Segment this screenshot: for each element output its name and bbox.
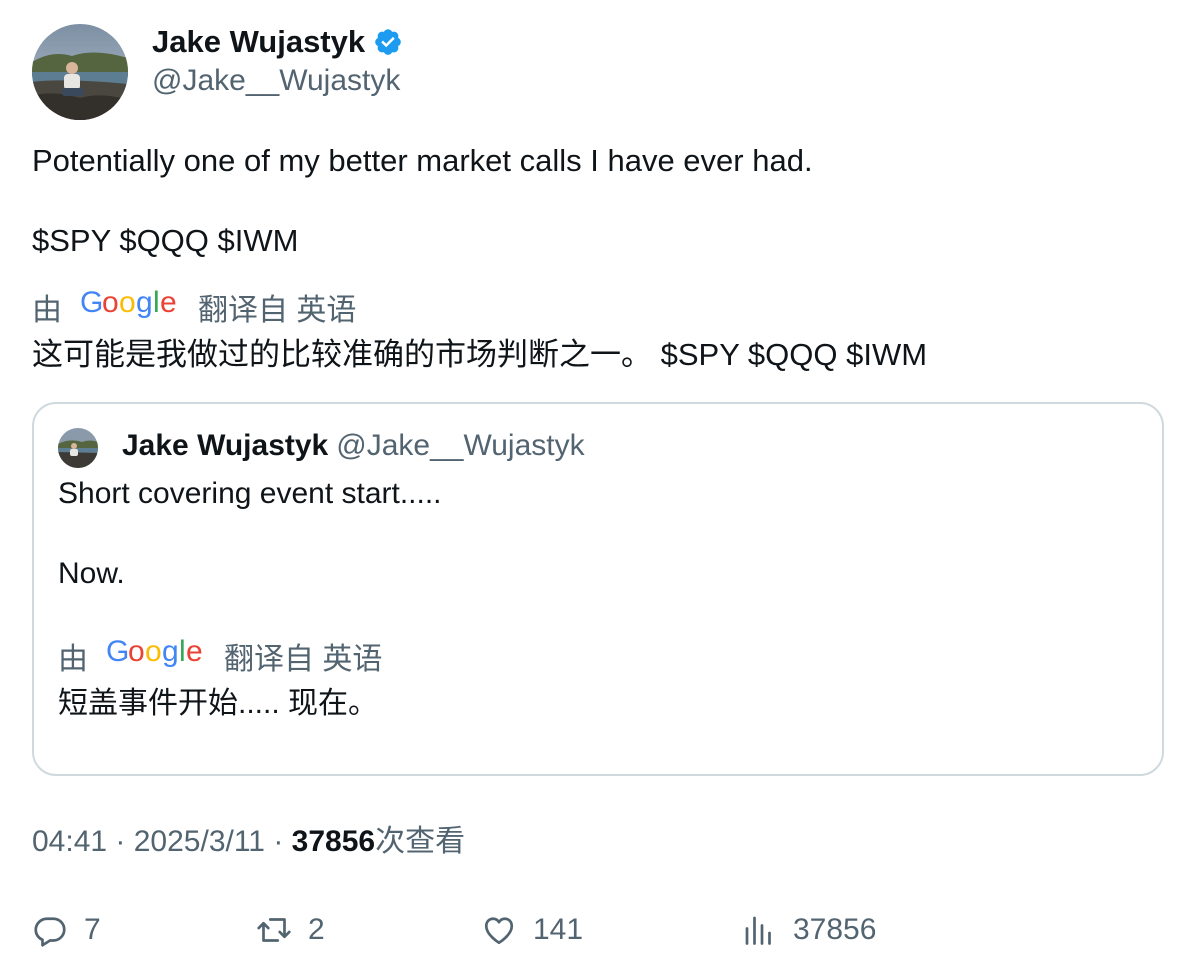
reply-icon [34,917,66,947]
translation-attribution: 由 G o o g l e 翻译自 英语 [32,285,356,329]
meta-separator-2: · [265,825,292,858]
like-button[interactable]: 141 [481,908,583,952]
author-name-row: Jake Wujastyk [152,24,403,60]
svg-text:e: e [160,286,177,319]
quoted-translated-text: 短盖事件开始..... 现在。 [58,687,379,720]
tweet-text-line-2: $SPY $QQQ $IWM [32,223,299,258]
svg-text:o: o [102,286,119,319]
views-action-count: 37856 [793,913,877,946]
author-handle[interactable]: @Jake__Wujastyk [152,61,403,101]
views-button[interactable]: 37856 [741,908,876,952]
heart-icon [484,917,514,945]
retweet-icon [257,918,291,942]
retweet-button[interactable]: 2 [256,908,325,952]
like-count: 141 [533,913,584,946]
tweet-text-line-1: Potentially one of my better market call… [32,143,813,178]
quoted-text-line-2: Now. [58,557,125,590]
quoted-translation-source[interactable]: 翻译自 英语 [224,634,382,678]
author-avatar[interactable] [32,24,128,120]
svg-text:e: e [186,635,203,668]
tweet-meta: 04:41 · 2025/3/11 · 37856次查看 [32,822,465,862]
reply-button[interactable]: 7 [32,908,101,952]
retweet-count: 2 [308,913,325,946]
views-count: 37856 [291,825,376,858]
translation-by-label: 由 [32,294,62,327]
analytics-bar-chart-icon [745,916,771,945]
quoted-author-name: Jake Wujastyk [122,429,329,462]
svg-text:o: o [119,286,136,319]
reply-count: 7 [84,913,101,946]
quoted-author-handle: @Jake__Wujastyk [336,429,585,462]
quoted-tweet[interactable]: Jake Wujastyk @Jake__Wujastyk Short cove… [32,402,1164,776]
quoted-author-avatar [58,428,98,468]
tweet-date[interactable]: 2025/3/11 [134,825,265,858]
svg-text:G: G [106,635,129,668]
verified-badge-icon[interactable] [373,27,403,57]
tweet-time[interactable]: 04:41 [32,825,107,858]
svg-text:g: g [162,635,179,668]
quoted-translation-by-label: 由 [58,643,88,676]
svg-text:l: l [153,286,160,319]
tweet: Jake Wujastyk @Jake__Wujastyk Potentiall… [32,24,1164,947]
svg-text:o: o [128,635,145,668]
views-label: 次查看 [375,825,466,858]
svg-text:o: o [145,635,162,668]
google-logo-icon: G o o g l e [80,286,178,328]
quoted-tweet-header: Jake Wujastyk @Jake__Wujastyk [58,426,585,468]
svg-text:g: g [136,286,153,319]
author-info: Jake Wujastyk @Jake__Wujastyk [152,24,403,101]
quoted-translation-attribution: 由 G o o g l e 翻译自 英语 [58,634,382,678]
translation-source[interactable]: 翻译自 英语 [198,285,356,329]
action-bar: 7 2 141 37856 [32,908,1164,952]
svg-text:l: l [179,635,186,668]
meta-separator: · [107,825,134,858]
quoted-google-logo-icon: G o o g l e [106,635,204,677]
tweet-header: Jake Wujastyk @Jake__Wujastyk [32,24,1164,120]
svg-text:G: G [80,286,103,319]
author-name[interactable]: Jake Wujastyk [152,24,365,60]
translated-text: 这可能是我做过的比较准确的市场判断之一。 $SPY $QQQ $IWM [32,337,928,372]
quoted-text-line-1: Short covering event start..... [58,477,442,510]
